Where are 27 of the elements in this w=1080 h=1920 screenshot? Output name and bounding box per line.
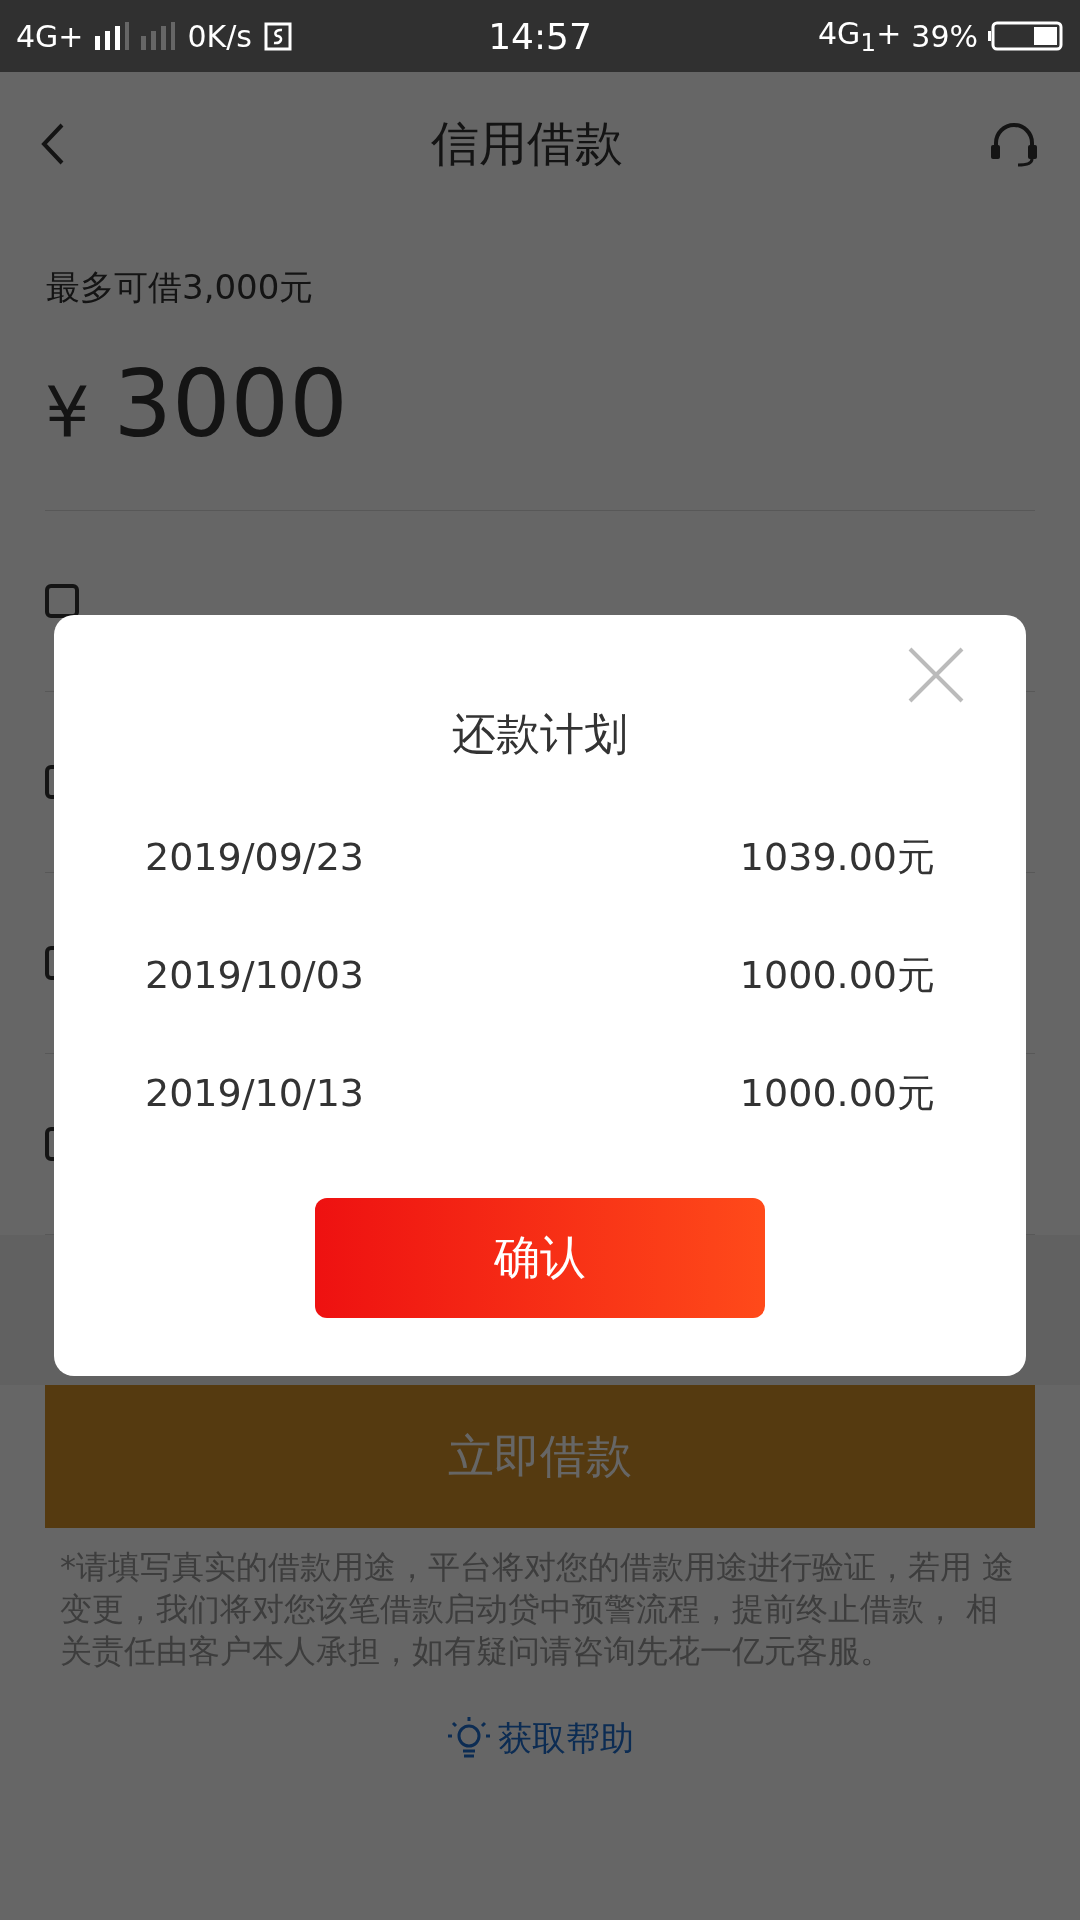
page-title: 信用借款 (431, 113, 623, 173)
network-type: 4G+ (16, 18, 84, 54)
currency-symbol: ¥ (45, 371, 90, 453)
close-icon[interactable] (908, 647, 964, 703)
signal-icon (95, 22, 130, 50)
repayment-amount: 1039.00元 (739, 833, 935, 881)
repayment-date: 2019/10/03 (145, 953, 365, 997)
borrow-limit: 最多可借3,000元 (45, 266, 315, 309)
amount-field[interactable]: 3000 (113, 351, 348, 458)
headset-icon[interactable] (988, 120, 1040, 167)
borrow-button[interactable]: 立即借款 (45, 1385, 1035, 1528)
battery-icon (988, 21, 1064, 51)
battery-level: 39% (911, 18, 978, 54)
clock: 14:57 (488, 15, 592, 57)
help-link[interactable]: 获取帮助 (498, 1716, 634, 1762)
network-type: 4G$_{1}$+ (817, 15, 902, 57)
row-icon (45, 584, 79, 618)
dialog-title: 还款计划 (452, 707, 628, 761)
confirm-button[interactable]: 确认 (315, 1198, 765, 1318)
notification-icon (264, 21, 292, 51)
repayment-amount: 1000.00元 (739, 1069, 935, 1117)
repayment-amount: 1000.00元 (739, 951, 935, 999)
back-icon[interactable] (40, 121, 66, 166)
repayment-date: 2019/09/23 (145, 835, 365, 879)
repayment-date: 2019/10/13 (145, 1071, 365, 1115)
network-speed: 0K/s (187, 18, 252, 54)
signal-icon (141, 22, 176, 50)
